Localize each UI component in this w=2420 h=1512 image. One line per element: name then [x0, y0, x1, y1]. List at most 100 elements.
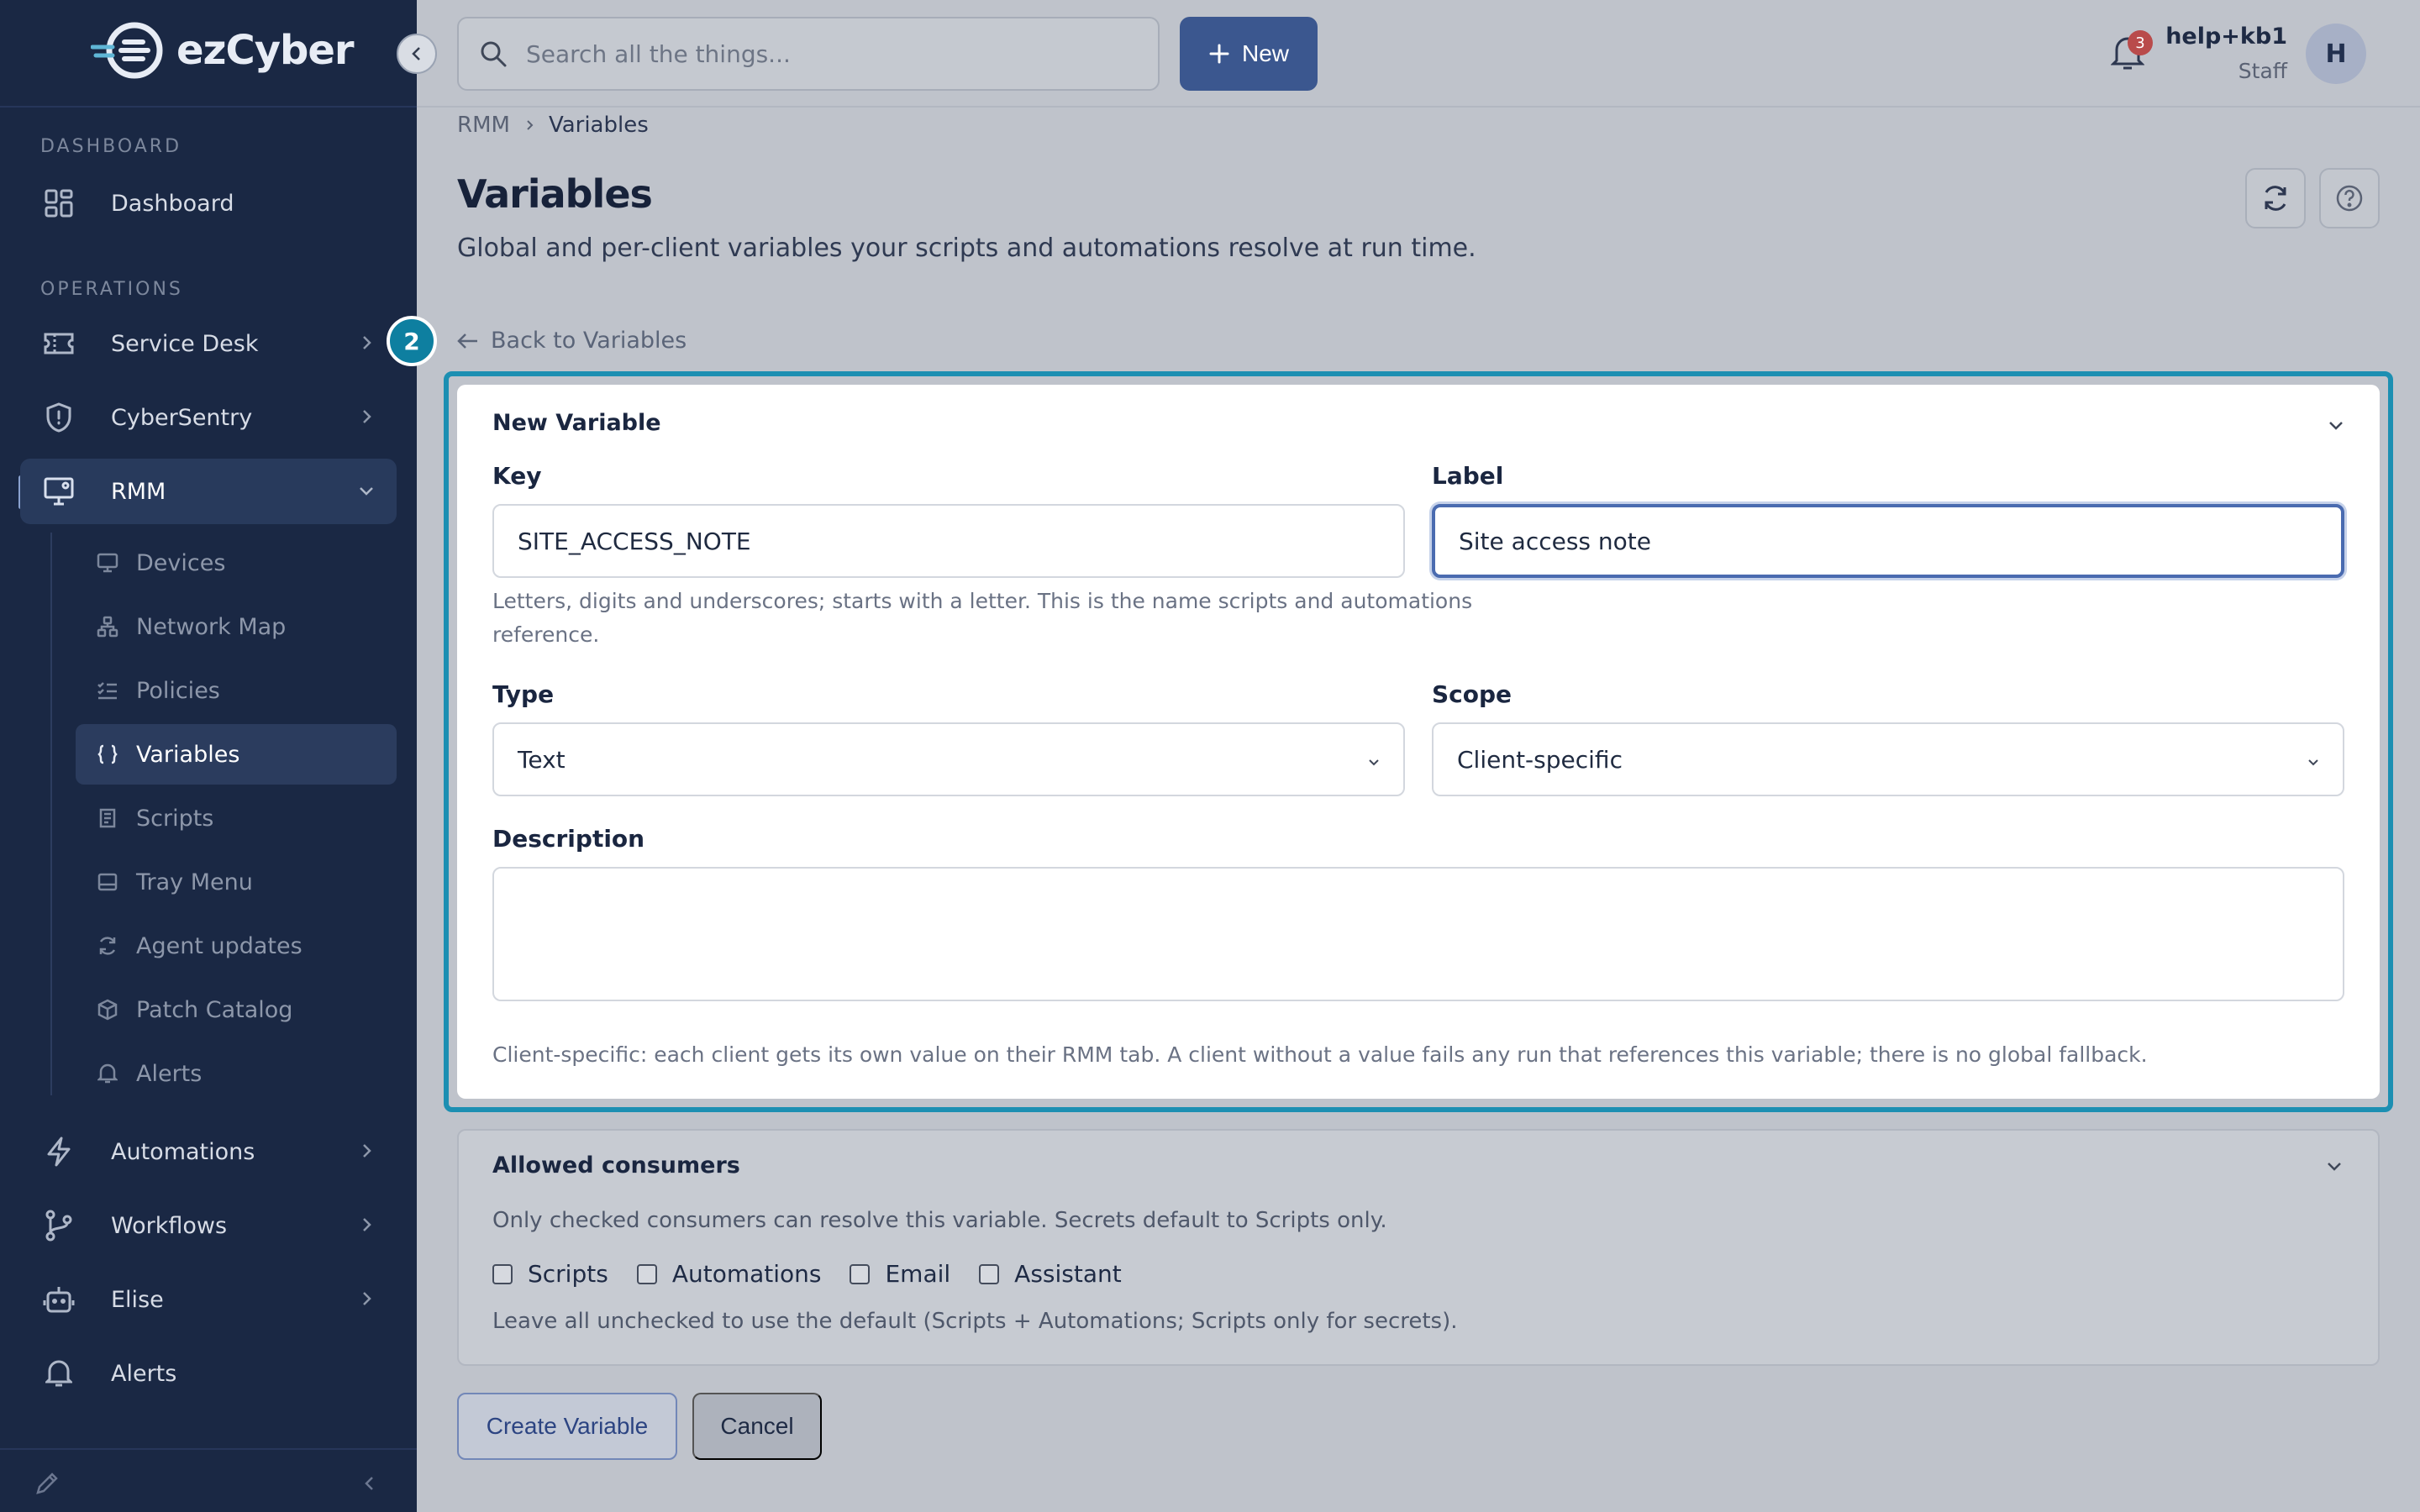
key-help-text: Letters, digits and underscores; starts …: [492, 585, 1472, 652]
checkbox-label: Scripts: [528, 1260, 608, 1288]
user-name[interactable]: help+kb1: [2165, 24, 2287, 50]
allowed-consumers-card: Allowed consumers Only checked consumers…: [457, 1129, 2380, 1366]
sidebar-subitem-label: Variables: [136, 741, 240, 768]
sidebar-item-label: Automations: [111, 1138, 255, 1165]
checkbox[interactable]: [636, 1263, 657, 1284]
sidebar-item-label: Dashboard: [111, 190, 234, 217]
sidebar-subitem-devices[interactable]: Devices: [76, 533, 397, 593]
sidebar-item-elise[interactable]: Elise: [20, 1267, 397, 1332]
checkbox-label: Email: [885, 1260, 951, 1288]
sidebar-item-service-desk[interactable]: Service Desk: [20, 311, 397, 376]
network-icon: [96, 616, 119, 638]
chevron-right-icon: [356, 1141, 376, 1161]
consumer-checkboxes: Scripts Automations Email Assistant: [492, 1260, 1122, 1288]
checkbox-email[interactable]: Email: [850, 1260, 950, 1288]
key-help-line: reference.: [492, 622, 600, 647]
back-to-variables-link[interactable]: Back to Variables: [457, 328, 687, 354]
description-textarea[interactable]: [492, 867, 2344, 1001]
shield-icon: [40, 402, 77, 433]
sidebar-subitem-alerts[interactable]: Alerts: [76, 1043, 397, 1104]
sidebar-item-workflows[interactable]: Workflows: [20, 1193, 397, 1258]
step-marker: 2: [387, 316, 437, 366]
chevron-down-icon: [356, 480, 376, 501]
collapse-chevron-icon[interactable]: [2326, 415, 2346, 435]
sidebar-subitem-agent-updates[interactable]: Agent updates: [76, 916, 397, 976]
checkbox[interactable]: [850, 1263, 871, 1284]
sidebar-subitem-label: Tray Menu: [136, 869, 253, 895]
type-label: Type: [492, 680, 555, 708]
help-circle-icon: [2335, 184, 2364, 213]
breadcrumb-current: Variables: [548, 113, 649, 138]
search-input[interactable]: [526, 39, 1114, 68]
type-select[interactable]: Text: [492, 722, 1405, 796]
card-title: New Variable: [492, 410, 661, 436]
bot-icon: [40, 1284, 77, 1315]
search-box[interactable]: [457, 17, 1160, 91]
refresh-button[interactable]: [2245, 168, 2306, 228]
scope-help-text: Client-specific: each client gets its ow…: [492, 1042, 2148, 1067]
braces-icon: [96, 743, 119, 765]
sidebar-item-label: Alerts: [111, 1360, 177, 1387]
checkbox-assistant[interactable]: Assistant: [979, 1260, 1122, 1288]
scope-select[interactable]: Client-specific: [1432, 722, 2344, 796]
sidebar-item-dashboard[interactable]: Dashboard: [20, 171, 397, 236]
checkbox-automations[interactable]: Automations: [636, 1260, 821, 1288]
sidebar: ezCyber DASHBOARD Dashboard OPERATIONS S…: [0, 0, 417, 1512]
sidebar-item-label: Workflows: [111, 1212, 228, 1239]
sidebar-subitem-network-map[interactable]: Network Map: [76, 596, 397, 657]
sidebar-item-alerts[interactable]: Alerts: [20, 1341, 397, 1406]
brand-logo[interactable]: ezCyber: [91, 20, 355, 81]
cancel-button[interactable]: Cancel: [692, 1393, 822, 1460]
avatar[interactable]: H: [2306, 24, 2366, 84]
monitor-icon: [40, 476, 77, 507]
chevron-right-icon: [356, 1289, 376, 1309]
chevron-down-icon: [1366, 754, 1381, 769]
sidebar-subitem-patch-catalog[interactable]: Patch Catalog: [76, 979, 397, 1040]
consumers-description: Only checked consumers can resolve this …: [492, 1208, 1387, 1233]
grid-icon: [40, 188, 77, 218]
git-branch-icon: [40, 1210, 77, 1242]
package-icon: [96, 999, 119, 1021]
create-variable-button[interactable]: Create Variable: [457, 1393, 677, 1460]
scope-select-value: Client-specific: [1457, 745, 1623, 774]
help-button[interactable]: [2319, 168, 2380, 228]
checkbox-scripts[interactable]: Scripts: [492, 1260, 608, 1288]
sidebar-subitem-label: Alerts: [136, 1060, 203, 1087]
checkbox[interactable]: [979, 1263, 1000, 1284]
logo-row: ezCyber: [0, 0, 417, 108]
chevron-right-icon: [356, 407, 376, 427]
bell-icon: [96, 1063, 119, 1084]
sidebar-subitem-scripts[interactable]: Scripts: [76, 788, 397, 848]
sidebar-item-rmm[interactable]: RMM: [20, 459, 397, 524]
sidebar-item-cybersentry[interactable]: CyberSentry: [20, 385, 397, 450]
collapse-chevron-icon[interactable]: [2324, 1156, 2344, 1176]
tray-icon: [96, 872, 119, 892]
checkbox[interactable]: [492, 1263, 513, 1284]
consumers-footer: Leave all unchecked to use the default (…: [492, 1309, 1458, 1334]
sidebar-footer: [0, 1448, 417, 1512]
breadcrumb-parent[interactable]: RMM: [457, 113, 510, 138]
checkbox-label: Assistant: [1014, 1260, 1122, 1288]
new-variable-card: New Variable Key SITE_ACCESS_NOTE Letter…: [457, 385, 2380, 1099]
sidebar-subitem-tray-menu[interactable]: Tray Menu: [76, 852, 397, 912]
chevron-right-icon: [356, 333, 376, 353]
new-button[interactable]: New: [1180, 17, 1318, 91]
search-icon: [479, 39, 508, 68]
sidebar-subitem-label: Patch Catalog: [136, 996, 293, 1023]
plus-icon: [1208, 43, 1230, 65]
submenu-line: [50, 533, 52, 1095]
edit-icon[interactable]: [34, 1470, 60, 1497]
description-label: Description: [492, 825, 645, 853]
collapse-sidebar-icon[interactable]: [360, 1473, 380, 1494]
brand-name: ezCyber: [176, 27, 355, 74]
sidebar-item-automations[interactable]: Automations: [20, 1119, 397, 1184]
sidebar-subitem-variables[interactable]: Variables: [76, 724, 397, 785]
sidebar-subitem-policies[interactable]: Policies: [76, 660, 397, 721]
consumers-title: Allowed consumers: [492, 1152, 740, 1179]
sidebar-toggle-button[interactable]: [397, 34, 437, 74]
label-input[interactable]: Site access note: [1432, 504, 2344, 578]
type-select-value: Text: [518, 745, 566, 774]
page-title: Variables: [457, 171, 653, 217]
refresh-icon: [2261, 184, 2290, 213]
key-input[interactable]: SITE_ACCESS_NOTE: [492, 504, 1405, 578]
